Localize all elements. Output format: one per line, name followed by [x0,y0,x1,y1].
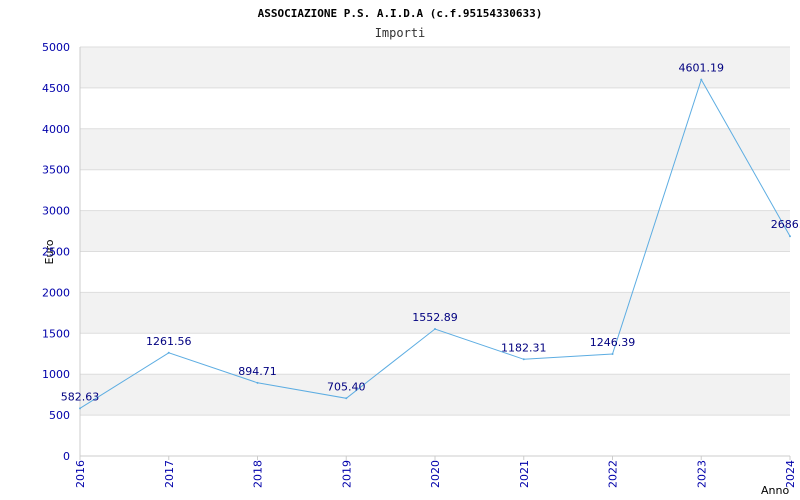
x-tick-label: 2024 [784,460,797,488]
y-tick-label: 4500 [42,82,70,95]
data-point [167,351,170,354]
data-label: 4601.19 [679,62,725,75]
y-tick-label: 3000 [42,205,70,218]
y-tick-label: 4000 [42,123,70,136]
x-tick-label: 2021 [518,460,531,488]
data-point [345,397,348,400]
data-label: 894.71 [238,365,277,378]
data-label: 705.40 [327,380,366,393]
y-tick-label: 1000 [42,368,70,381]
data-label: 1261.56 [146,335,192,348]
data-point [611,353,614,356]
data-label: 582.63 [61,390,100,403]
grid-band [80,374,790,416]
chart-subtitle: Importi [375,26,426,40]
x-tick-label: 2023 [695,460,708,488]
data-label: 1246.39 [590,336,636,349]
y-tick-label: 500 [49,409,70,422]
data-point [789,235,791,238]
x-tick-label: 2016 [74,460,87,488]
data-point [434,327,436,330]
data-point [522,358,525,361]
data-point [256,381,259,384]
y-tick-label: 3500 [42,164,70,177]
data-label: 2686.9 [771,218,800,231]
grid-band [80,210,790,252]
y-tick-label: 2500 [42,246,70,259]
data-point [79,407,81,410]
y-tick-label: 0 [63,450,70,463]
y-tick-label: 5000 [42,41,70,54]
data-label: 1552.89 [412,311,458,324]
plot-background-bands [80,47,790,416]
x-tick-label: 2022 [607,460,620,488]
chart-title: ASSOCIAZIONE P.S. A.I.D.A (c.f.951543306… [258,7,543,20]
x-tick-label: 2019 [340,460,353,488]
x-tick-labels: 2016 2017 2018 2019 2020 2021 2022 2023 2024 [74,460,797,488]
data-label: 1182.31 [501,341,547,354]
y-tick-label: 2000 [42,286,70,299]
y-tick-label: 1500 [42,327,70,340]
x-tick-label: 2020 [429,460,442,488]
x-tick-label: 2018 [252,460,265,488]
line-chart: ASSOCIAZIONE P.S. A.I.D.A (c.f.951543306… [42,7,800,497]
x-tick-label: 2017 [163,460,176,488]
data-point [700,78,703,81]
